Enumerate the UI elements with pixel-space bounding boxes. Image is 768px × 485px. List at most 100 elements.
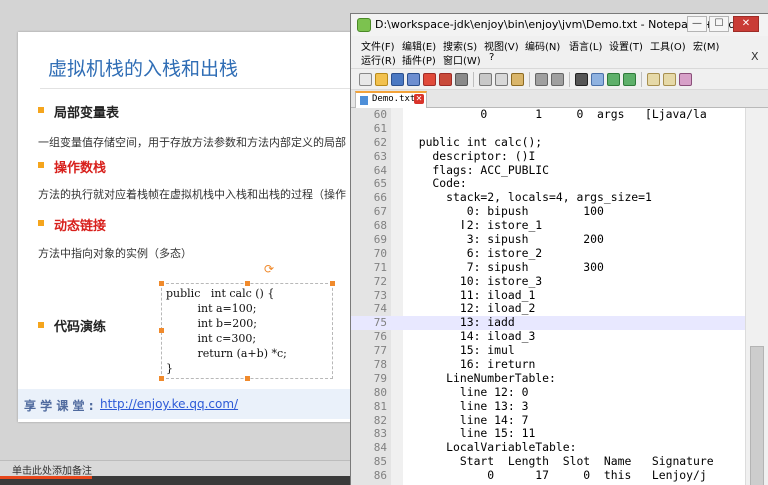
menu-language[interactable]: 语言(L) [569, 38, 602, 53]
menu-search[interactable]: 搜索(S) [443, 38, 477, 53]
editor-line[interactable]: 79 LineNumberTable: [351, 371, 745, 386]
editor-line[interactable]: 82 line 14: 7 [351, 413, 745, 428]
menu-macro[interactable]: 宏(M) [693, 38, 719, 53]
code-line: int a=100; [166, 302, 257, 315]
editor-line[interactable]: 83 line 15: 11 [351, 427, 745, 441]
editor-line[interactable]: 62 public int calc(); [351, 134, 745, 150]
menu-run[interactable]: 运行(R) [361, 52, 396, 67]
close-document-icon[interactable]: X [751, 50, 759, 63]
redo-icon[interactable] [551, 73, 564, 86]
text-editor[interactable]: 60 0 1 0 args [Ljava/la 61 62 public int c… [351, 108, 768, 485]
menu-bar: 文件(F) 编辑(E) 搜索(S) 视图(V) 编码(N) 语言(L) 设置(T… [351, 36, 768, 68]
menu-encoding[interactable]: 编码(N) [525, 38, 560, 53]
resize-handle[interactable] [159, 376, 164, 381]
toolbar-separator [569, 72, 570, 87]
editor-line[interactable]: 77 15: imul [351, 343, 745, 358]
editor-line[interactable]: 73 11: iload_1 [351, 288, 745, 303]
menu-plugins[interactable]: 插件(P) [402, 52, 436, 67]
new-file-icon[interactable] [359, 73, 372, 86]
menu-tools[interactable]: 工具(O) [650, 38, 686, 53]
editor-line[interactable]: 61 [351, 122, 745, 136]
line-number: 79 [373, 371, 387, 385]
menu-settings[interactable]: 设置(T) [609, 38, 643, 53]
title-bar[interactable]: D:\workspace-jdk\enjoy\bin\enjoy\jvm\Dem… [351, 14, 768, 36]
bullet-marker [38, 322, 44, 328]
code-line: int c=300; [166, 332, 257, 345]
line-number: 82 [373, 413, 387, 427]
editor-line[interactable]: 75 13: iadd [351, 315, 745, 331]
editor-line[interactable]: 70 6: istore_2 [351, 245, 745, 261]
print-icon[interactable] [455, 73, 468, 86]
line-text: flags: ACC_PUBLIC [405, 162, 550, 177]
word-wrap-icon[interactable] [663, 73, 676, 86]
vertical-scrollbar[interactable] [745, 108, 768, 485]
minimize-button[interactable]: — [687, 16, 707, 32]
close-button[interactable]: ✕ [733, 16, 759, 32]
menu-file[interactable]: 文件(F) [361, 38, 395, 53]
editor-line[interactable]: 84 LocalVariableTable: [351, 440, 745, 455]
sync-scroll-icon[interactable] [647, 73, 660, 86]
rotate-handle-icon[interactable]: ⟳ [264, 262, 274, 276]
resize-handle[interactable] [245, 376, 250, 381]
notes-placeholder[interactable]: 单击此处添加备注 [12, 462, 92, 477]
menu-view[interactable]: 视图(V) [484, 38, 519, 53]
slide[interactable]: 虚拟机栈的入栈和出栈 局部变量表 一组变量值存储空间，用于存放方法参数和方法内部… [18, 32, 378, 422]
zoom-out-icon[interactable] [623, 73, 636, 86]
line-number: 63 [373, 149, 387, 163]
menu-help[interactable]: ? [489, 52, 494, 63]
line-text: 16: ireturn [405, 357, 536, 372]
editor-line[interactable]: 67 0: bipush 100 [351, 204, 745, 219]
resize-handle[interactable] [245, 281, 250, 286]
footer-link[interactable]: http://enjoy.ke.qq.com/ [100, 397, 238, 411]
editor-line[interactable]: 80 line 12: 0 [351, 385, 745, 400]
line-text: public int calc(); [405, 134, 543, 149]
editor-line[interactable]: 76 14: iload_3 [351, 329, 745, 344]
code-textbox[interactable]: public int calc () { int a=100; int b=20… [161, 283, 333, 379]
editor-line[interactable]: 78 16: ireturn [351, 357, 745, 372]
show-symbols-icon[interactable] [679, 73, 692, 86]
resize-handle[interactable] [330, 281, 335, 286]
paste-icon[interactable] [511, 73, 524, 86]
open-file-icon[interactable] [375, 73, 388, 86]
editor-line[interactable]: 63 descriptor: ()I [351, 149, 745, 164]
menu-window[interactable]: 窗口(W) [443, 52, 481, 67]
copy-icon[interactable] [495, 73, 508, 86]
editor-line[interactable]: 86 0 17 0 this Lenjoy/j [351, 468, 745, 483]
close-file-icon[interactable] [423, 73, 436, 86]
line-number: 67 [373, 205, 387, 219]
tab-close-icon[interactable]: ✕ [414, 94, 424, 104]
save-icon[interactable] [391, 73, 404, 86]
line-number: 85 [373, 455, 387, 469]
editor-line[interactable]: 81 line 13: 3 [351, 399, 745, 414]
editor-line[interactable]: 60 0 1 0 args [Ljava/la [351, 108, 745, 122]
maximize-button[interactable]: ☐ [709, 16, 729, 32]
replace-icon[interactable] [591, 73, 604, 86]
resize-handle[interactable] [159, 328, 164, 333]
editor-line[interactable]: 64 flags: ACC_PUBLIC [351, 162, 745, 178]
close-all-icon[interactable] [439, 73, 452, 86]
scrollbar-thumb[interactable] [750, 346, 764, 485]
editor-line[interactable]: 68 2: istore_1 [351, 218, 745, 233]
editor-line[interactable]: 85 Start Length Slot Name Signature [351, 454, 745, 469]
line-text: 6: istore_2 [405, 245, 543, 260]
undo-icon[interactable] [535, 73, 548, 86]
line-number: 76 [373, 330, 387, 344]
menu-edit[interactable]: 编辑(E) [402, 38, 436, 53]
resize-handle[interactable] [159, 281, 164, 286]
find-icon[interactable] [575, 73, 588, 86]
cut-icon[interactable] [479, 73, 492, 86]
editor-line[interactable]: 65 Code: [351, 177, 745, 191]
save-all-icon[interactable] [407, 73, 420, 86]
notepadpp-window: D:\workspace-jdk\enjoy\bin\enjoy\jvm\Dem… [350, 13, 768, 485]
editor-line[interactable]: 71 7: sipush 300 [351, 260, 745, 275]
editor-line[interactable]: 74 12: iload_2 [351, 302, 745, 316]
zoom-in-icon[interactable] [607, 73, 620, 86]
line-number: 61 [373, 121, 387, 135]
editor-line[interactable]: 72 10: istore_3 [351, 274, 745, 289]
editor-line[interactable]: 69 3: sipush 200 [351, 232, 745, 247]
tab-demo-txt[interactable]: Demo.txt ✕ [355, 91, 427, 108]
footer-label: 享 学 课 堂 : [24, 399, 94, 413]
editor-line[interactable]: 66 stack=2, locals=4, args_size=1 [351, 190, 745, 205]
tab-label: Demo.txt [372, 94, 416, 104]
line-text: Code: [405, 176, 467, 191]
